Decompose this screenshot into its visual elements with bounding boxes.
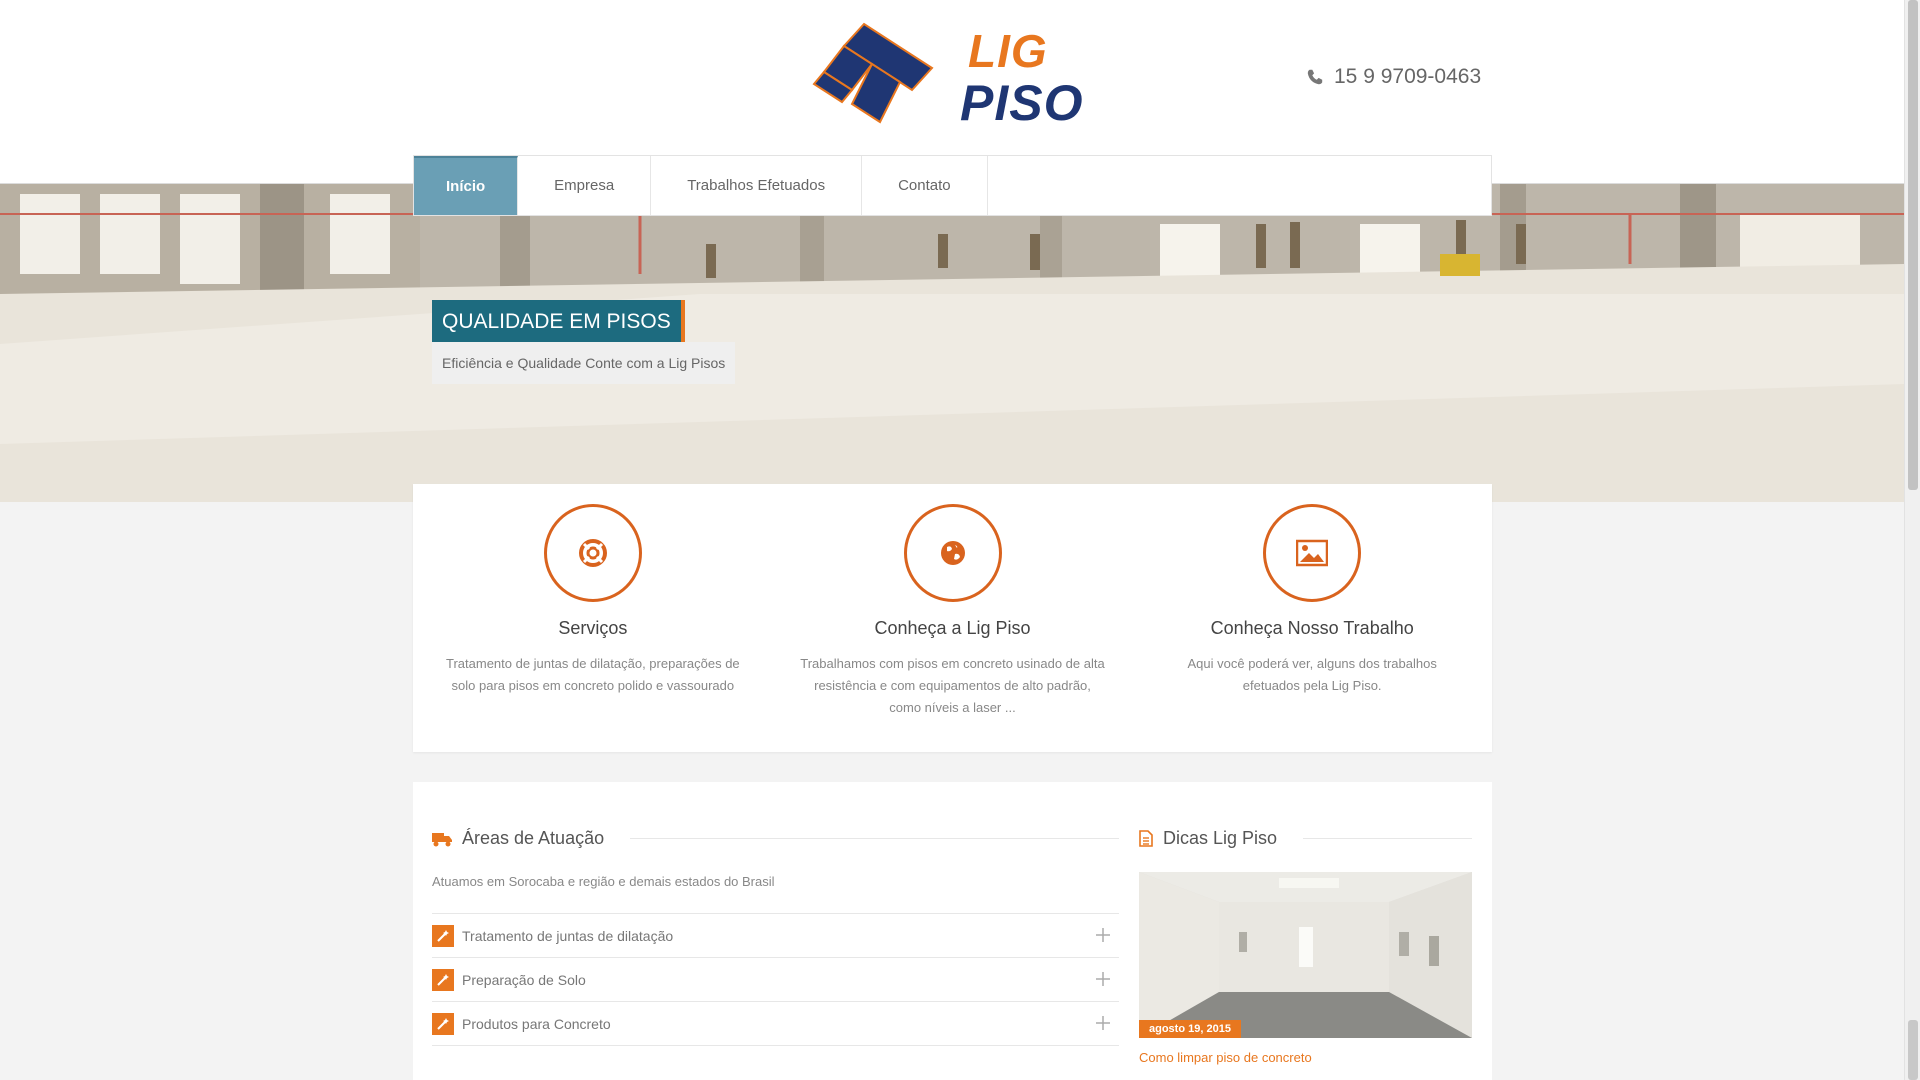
phone-text: 15 9 9709-0463 — [1334, 65, 1482, 88]
accordion-item[interactable]: Produtos para Concreto — [432, 1002, 1119, 1046]
site-logo[interactable]: LIG PISO — [812, 18, 1082, 131]
hero-title: QUALIDADE EM PISOS — [432, 300, 685, 342]
feature-icon-button[interactable] — [543, 504, 642, 602]
magic-wand-icon — [432, 924, 454, 947]
areas-heading: Áreas de Atuação — [432, 828, 1119, 849]
magic-wand-icon — [432, 1012, 454, 1035]
page-scrollbar[interactable] — [1904, 0, 1920, 1080]
features-row: Serviços Tratamento de juntas de dilataç… — [413, 484, 1492, 752]
hero-subtitle: Eficiência e Qualidade Conte com a Lig P… — [432, 342, 736, 384]
main-nav: Início Empresa Trabalhos Efetuados Conta… — [413, 155, 1492, 216]
phone-number[interactable]: 15 9 9709-0463 — [1306, 62, 1481, 92]
phone-icon — [1307, 69, 1323, 85]
feature-text: Trabalhamos com pisos em concreto usinad… — [800, 656, 1105, 715]
areas-title: Áreas de Atuação — [462, 828, 605, 848]
feature-title[interactable]: Conheça a Lig Piso — [773, 618, 1133, 639]
feature-icon-button[interactable] — [903, 504, 1002, 602]
accordion-item[interactable]: Tratamento de juntas de dilatação — [432, 914, 1119, 958]
plus-icon[interactable] — [1095, 971, 1111, 987]
hero-background-image — [0, 184, 1904, 502]
blog-post-link[interactable]: Como limpar piso de concreto — [1139, 1050, 1312, 1065]
areas-accordion: Tratamento de juntas de dilatação Prepar… — [432, 913, 1119, 1046]
hero-banner — [0, 184, 1904, 502]
feature-text: Tratamento de juntas de dilatação, prepa… — [446, 656, 740, 693]
nav-item-trabalhos-efetuados[interactable]: Trabalhos Efetuados — [651, 156, 863, 215]
logo-text-lig: LIG — [968, 25, 1048, 77]
feature-icon-button[interactable] — [1263, 504, 1362, 602]
accordion-label: Tratamento de juntas de dilatação — [462, 927, 674, 944]
globe-icon — [940, 541, 965, 565]
nav-item-empresa[interactable]: Empresa — [518, 156, 652, 215]
areas-description: Atuamos em Sorocaba e região e demais es… — [432, 874, 775, 889]
scrollbar-thumb-secondary[interactable] — [1908, 1020, 1918, 1080]
truck-icon — [432, 832, 452, 846]
scrollbar-thumb[interactable] — [1908, 0, 1918, 490]
post-date-badge: agosto 19, 2015 — [1139, 1020, 1241, 1038]
gallery-room-image — [1139, 872, 1472, 1038]
image-icon — [1296, 539, 1329, 567]
feature-conheca-nosso-trabalho: Conheça Nosso Trabalho Aqui você poderá … — [1132, 484, 1492, 752]
heading-divider — [1303, 838, 1472, 839]
content-section: Áreas de Atuação Atuamos em Sorocaba e r… — [413, 782, 1492, 1080]
nav-item-contato[interactable]: Contato — [862, 156, 988, 215]
plus-icon[interactable] — [1095, 1015, 1111, 1031]
magic-wand-icon — [432, 968, 454, 991]
feature-text: Aqui você poderá ver, alguns dos trabalh… — [1187, 656, 1437, 693]
blog-title: Dicas Lig Piso — [1163, 828, 1278, 848]
feature-conheca-lig-piso: Conheça a Lig Piso Trabalhamos com pisos… — [773, 484, 1133, 752]
blog-heading: Dicas Lig Piso — [1139, 828, 1472, 849]
blog-post-thumbnail[interactable]: agosto 19, 2015 — [1139, 872, 1472, 1038]
feature-title[interactable]: Conheça Nosso Trabalho — [1132, 618, 1492, 639]
feature-servicos: Serviços Tratamento de juntas de dilataç… — [413, 484, 773, 752]
lifebuoy-icon — [578, 539, 607, 567]
nav-item-inicio[interactable]: Início — [414, 156, 519, 215]
logo-text-piso: PISO — [960, 75, 1084, 131]
document-icon — [1139, 830, 1153, 847]
accordion-label: Preparação de Solo — [462, 971, 586, 988]
feature-title[interactable]: Serviços — [413, 618, 773, 639]
accordion-item[interactable]: Preparação de Solo — [432, 958, 1119, 1002]
plus-icon[interactable] — [1095, 927, 1111, 943]
logo-mark-icon — [812, 22, 934, 124]
accordion-label: Produtos para Concreto — [462, 1015, 611, 1032]
heading-divider — [630, 838, 1119, 839]
